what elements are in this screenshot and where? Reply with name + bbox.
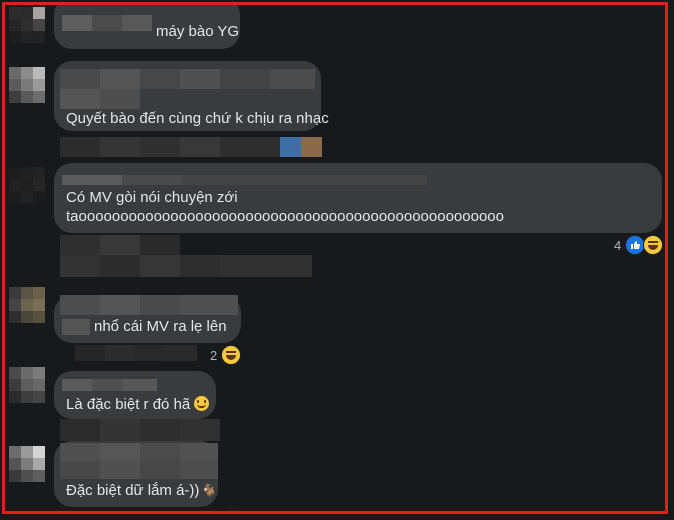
comment-text: Đặc biệt dữ lắm á-)) 🐐: [66, 481, 218, 501]
haha-icon: [223, 510, 243, 511]
avatar[interactable]: [9, 367, 45, 403]
commenter-name-pixelated[interactable]: [62, 319, 90, 335]
comment-text: Quyết bào đến cùng chứ k chịu ra nhạc: [66, 110, 329, 127]
comment-text-content: Đặc biệt dữ lắm á-)): [66, 482, 200, 499]
slightly-smiling-face-icon: [194, 396, 210, 411]
haha-icon: [643, 235, 664, 255]
commenter-name-pixelated[interactable]: [60, 295, 238, 315]
commenter-name-pixelated[interactable]: [62, 15, 152, 31]
reaction-count: 2: [210, 347, 218, 363]
commenter-name-pixelated[interactable]: [60, 69, 315, 109]
comment-header-pixelated: [60, 419, 220, 441]
comment-header-pixelated: [60, 235, 312, 277]
screenshot-frame: máy bào YG Quyết bào đến cùng chứ k chịu…: [2, 2, 668, 514]
comment-text: máy bào YG: [156, 23, 240, 40]
comment-text: Có MV gòi nói chuyện zới: [66, 189, 238, 206]
avatar[interactable]: [9, 446, 45, 482]
commenter-name-pixelated[interactable]: [60, 443, 218, 479]
avatar[interactable]: [9, 167, 45, 203]
comment-text: Là đặc biệt r đó hã: [66, 395, 210, 415]
reaction-summary[interactable]: 4: [614, 235, 664, 255]
avatar[interactable]: [9, 7, 45, 43]
haha-icon: [221, 345, 242, 365]
comment-actions-pixelated: [75, 345, 197, 361]
avatar[interactable]: [9, 67, 45, 103]
commenter-name-pixelated[interactable]: [62, 379, 157, 391]
avatar[interactable]: [9, 287, 45, 323]
like-icon: [625, 235, 646, 255]
reaction-summary[interactable]: 2: [210, 345, 242, 365]
comment-text: nhổ cái MV ra lẹ lên: [94, 318, 227, 335]
goat-icon: 🐐: [201, 483, 218, 498]
reaction-count: 4: [614, 237, 622, 253]
comment-text: taoooooooooooooooooooooooooooooooooooooo…: [66, 208, 504, 225]
commenter-name-pixelated[interactable]: [62, 175, 427, 185]
comment-header-pixelated: [60, 137, 322, 157]
comment-text-content: Là đặc biệt r đó hã: [66, 396, 191, 413]
